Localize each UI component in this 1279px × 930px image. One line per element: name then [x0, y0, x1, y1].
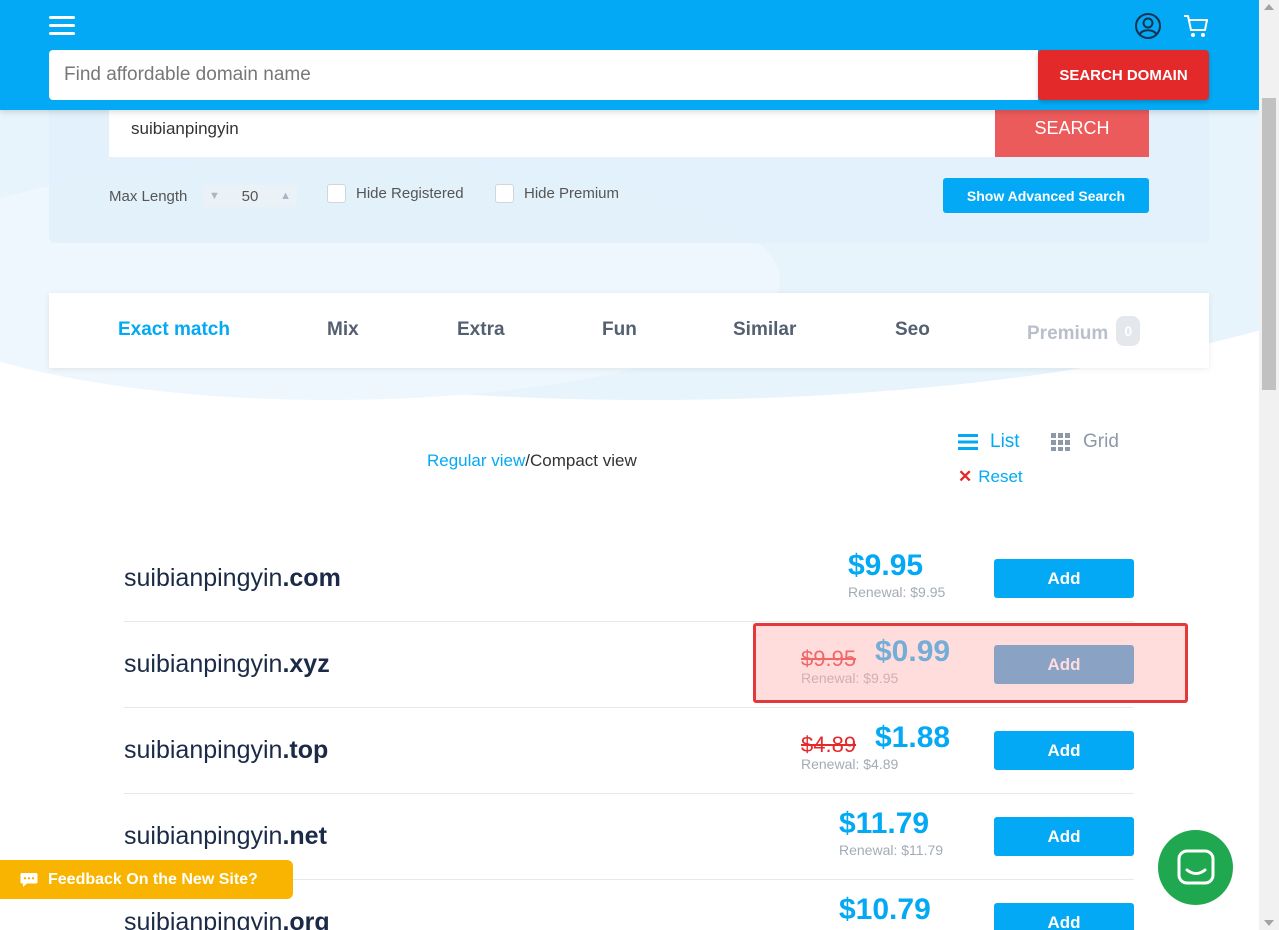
add-to-cart-button[interactable]: Add — [994, 731, 1134, 770]
reset-button[interactable]: ✕ Reset — [958, 467, 1023, 487]
original-price: $9.95 — [801, 646, 857, 671]
chat-icon — [1177, 849, 1214, 884]
chat-widget-button[interactable] — [1158, 830, 1233, 905]
grid-view-button[interactable]: Grid — [1051, 431, 1119, 453]
renewal-price: Renewal: $11.79 — [839, 842, 944, 858]
hide-premium-label: Hide Premium — [524, 185, 620, 202]
tab-similar[interactable]: Similar — [733, 319, 796, 341]
grid-label: Grid — [1083, 431, 1119, 452]
domain-row: suibianpingyin.top $4.89 $1.88 Renewal: … — [124, 708, 1134, 794]
add-to-cart-button[interactable]: Add — [994, 645, 1134, 684]
result-tabs: Exact match Mix Extra Fun Similar Seo Pr… — [49, 293, 1209, 368]
page-scrollbar[interactable] — [1259, 0, 1279, 930]
scroll-thumb[interactable] — [1262, 98, 1276, 390]
domain-name: suibianpingyin.org — [124, 908, 330, 930]
hide-registered-label: Hide Registered — [356, 185, 464, 202]
tab-extra[interactable]: Extra — [457, 319, 505, 341]
domain-row: suibianpingyin.xyz $9.95 $0.99 Renewal: … — [124, 622, 1134, 708]
top-bar: SEARCH DOMAIN — [0, 0, 1259, 110]
hide-premium-checkbox[interactable]: Hide Premium — [495, 184, 619, 203]
decrement-icon[interactable]: ▼ — [209, 190, 220, 202]
list-label: List — [990, 431, 1020, 452]
feedback-button[interactable]: Feedback On the New Site? — [0, 860, 293, 899]
renewal-price: Renewal: $9.95 — [848, 584, 946, 600]
domain-price: $0.99 — [875, 635, 951, 668]
grid-icon — [1051, 433, 1070, 451]
add-to-cart-button[interactable]: Add — [994, 903, 1134, 930]
search-panel: SEARCH Max Length ▼ 50 ▲ Hide Registered… — [49, 100, 1209, 243]
increment-icon[interactable]: ▲ — [280, 190, 291, 202]
tab-mix[interactable]: Mix — [327, 319, 359, 341]
tab-fun[interactable]: Fun — [602, 319, 637, 341]
add-to-cart-button[interactable]: Add — [994, 817, 1134, 856]
tab-premium[interactable]: Premium 0 — [1027, 316, 1141, 349]
domain-price: $9.95 — [848, 549, 924, 582]
original-price: $4.89 — [801, 732, 857, 757]
search-options: Max Length ▼ 50 ▲ Hide Registered Hide P… — [109, 178, 1149, 214]
scroll-down-icon[interactable] — [1264, 920, 1274, 926]
feedback-label: Feedback On the New Site? — [48, 870, 258, 888]
domain-name: suibianpingyin.xyz — [124, 650, 330, 678]
search-domain-button[interactable]: SEARCH DOMAIN — [1038, 50, 1209, 100]
checkbox-box[interactable] — [495, 184, 514, 203]
menu-icon[interactable] — [49, 16, 75, 36]
domain-name: suibianpingyin.top — [124, 736, 329, 764]
domain-name: suibianpingyin.net — [124, 822, 327, 850]
domain-price: $11.79 — [839, 807, 930, 840]
list-view-button[interactable]: List — [958, 431, 1020, 453]
list-icon — [958, 434, 978, 450]
domain-price: $1.88 — [875, 721, 951, 754]
chat-dots-icon — [20, 872, 38, 887]
tab-premium-label: Premium — [1027, 323, 1109, 345]
add-to-cart-button[interactable]: Add — [994, 559, 1134, 598]
domain-price: $10.79 — [839, 893, 931, 926]
max-length-stepper[interactable]: ▼ 50 ▲ — [203, 185, 297, 207]
checkbox-box[interactable] — [327, 184, 346, 203]
regular-view-link[interactable]: Regular view — [427, 451, 525, 470]
renewal-price: Renewal: $9.95 — [801, 670, 899, 686]
show-advanced-search-button[interactable]: Show Advanced Search — [943, 178, 1149, 213]
header-search: SEARCH DOMAIN — [49, 50, 1209, 100]
user-account-icon[interactable] — [1134, 12, 1162, 40]
max-length-label: Max Length — [109, 188, 188, 205]
domain-name: suibianpingyin.com — [124, 564, 341, 592]
scroll-up-icon[interactable] — [1264, 4, 1274, 10]
view-toggle: Regular view/Compact view — [427, 451, 637, 471]
reset-label: Reset — [978, 467, 1023, 486]
domain-row: suibianpingyin.com $9.95 Renewal: $9.95 … — [124, 536, 1134, 622]
domain-search-input[interactable] — [49, 50, 1038, 100]
hide-registered-checkbox[interactable]: Hide Registered — [327, 184, 464, 203]
cart-icon[interactable] — [1182, 12, 1210, 40]
close-icon: ✕ — [958, 467, 973, 486]
compact-view-link[interactable]: Compact view — [530, 451, 637, 470]
max-length-value: 50 — [241, 187, 259, 205]
renewal-price: Renewal: $4.89 — [801, 756, 899, 772]
tab-seo[interactable]: Seo — [895, 319, 930, 341]
tab-exact-match[interactable]: Exact match — [118, 319, 230, 341]
premium-count-badge: 0 — [1116, 316, 1141, 346]
